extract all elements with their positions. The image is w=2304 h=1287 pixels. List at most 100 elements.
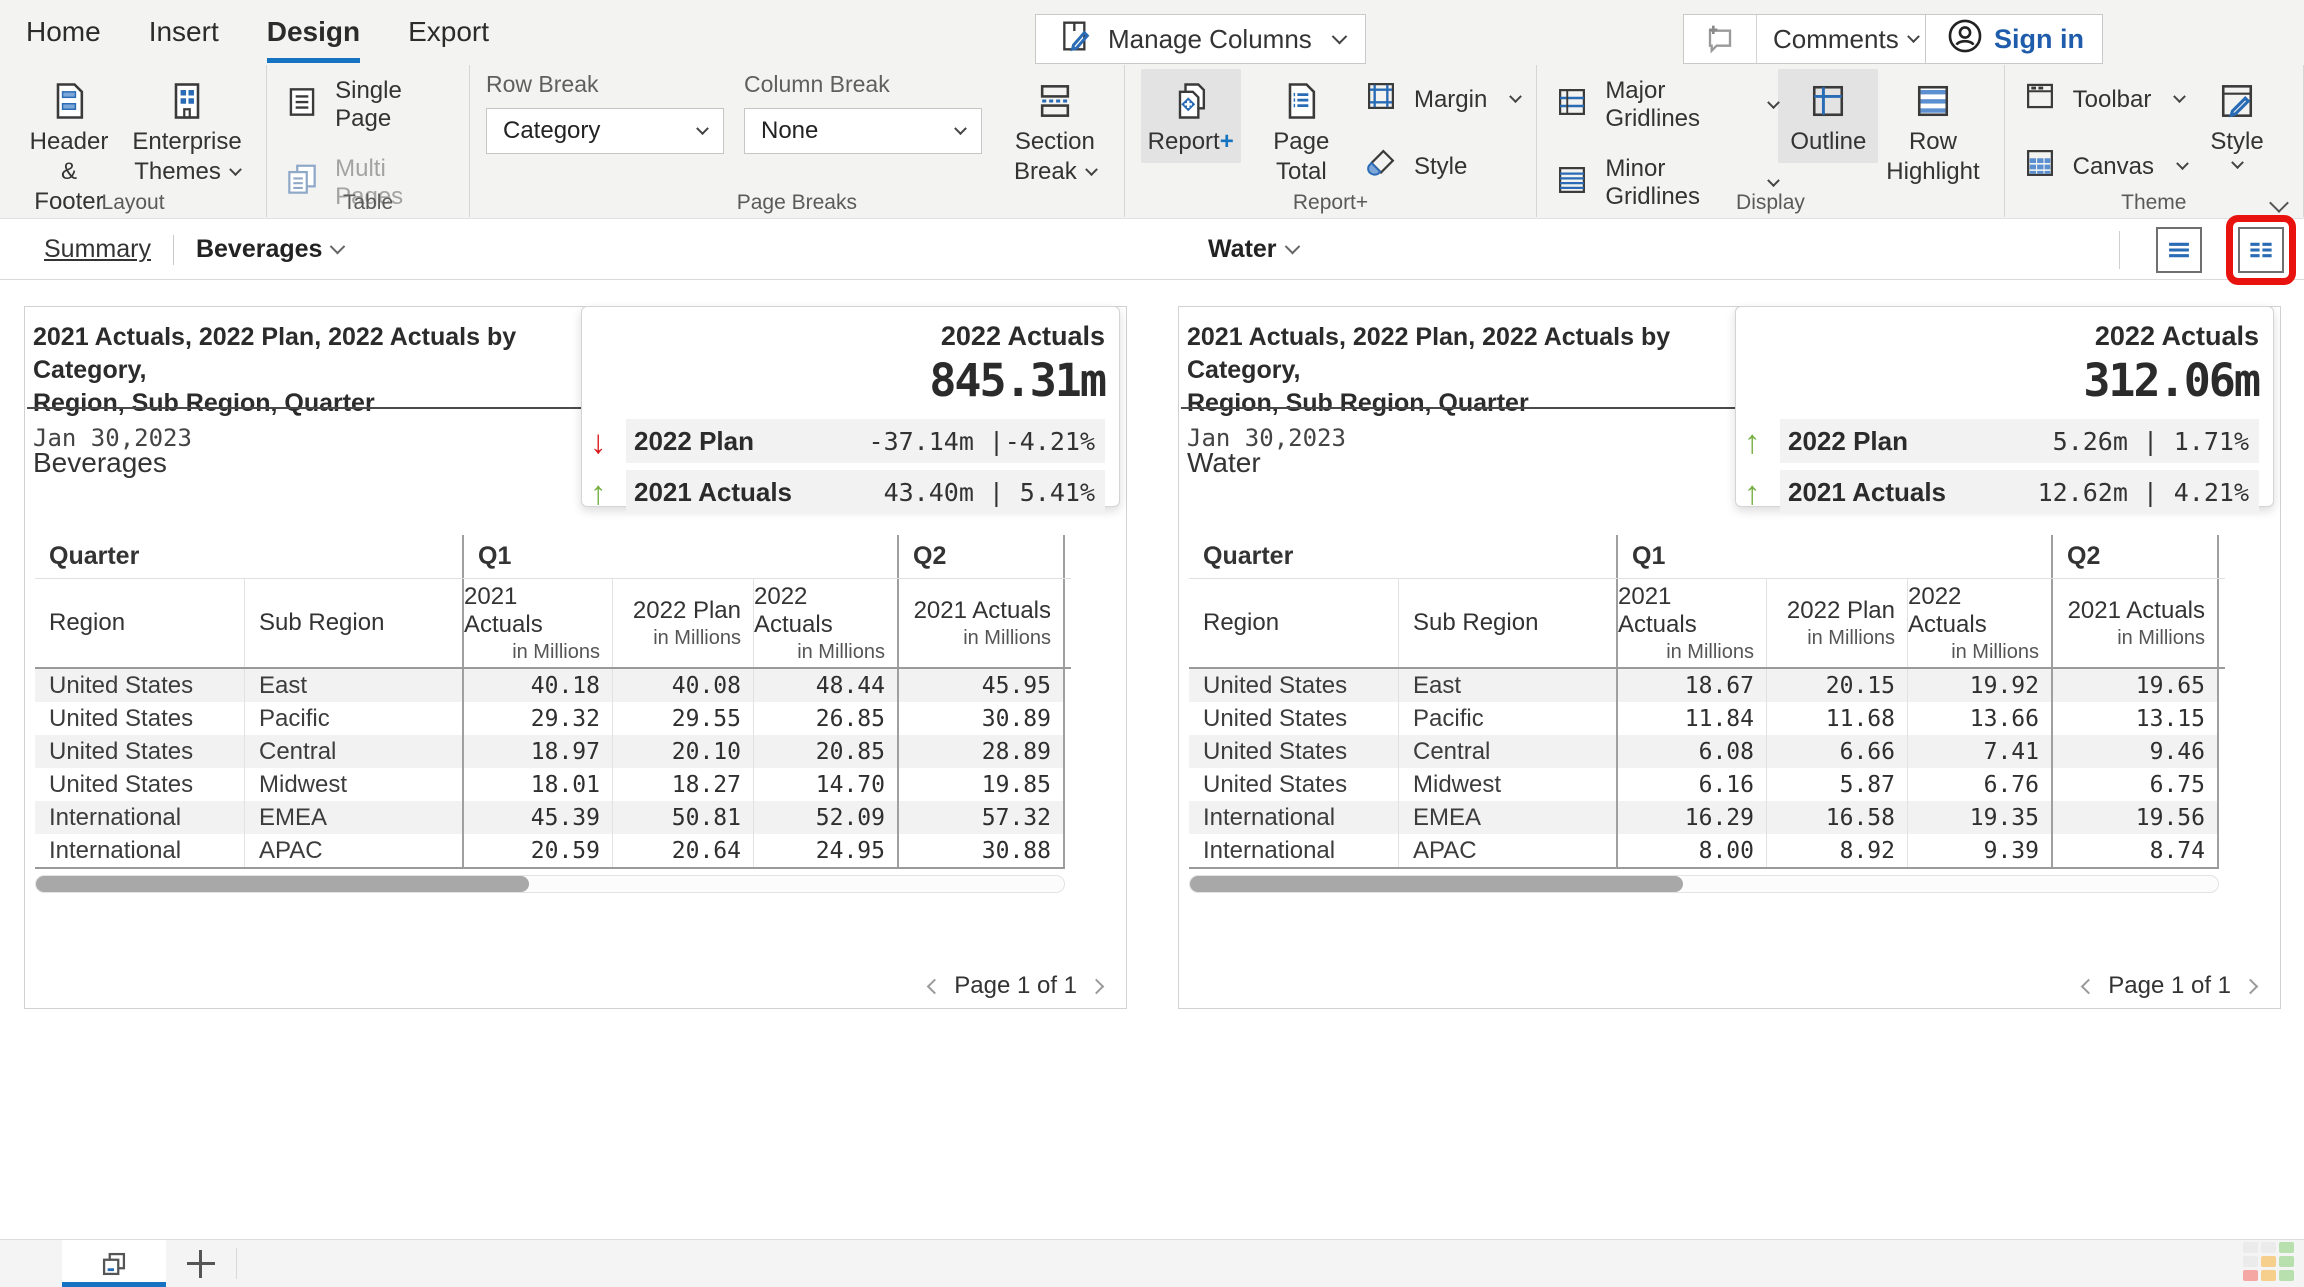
canvas-icon bbox=[2021, 144, 2059, 189]
chevron-down-icon bbox=[330, 239, 346, 255]
app-window: Home Insert Design Export Manage Columns… bbox=[0, 0, 2304, 1287]
enterprise-themes-button[interactable]: Enterprise Themes bbox=[124, 69, 250, 193]
sign-in-button[interactable]: Sign in bbox=[1925, 14, 2103, 64]
outline-icon bbox=[1806, 75, 1850, 127]
kpi-measure-label: 2022 Actuals bbox=[590, 321, 1105, 352]
button-label: Page Total bbox=[1253, 127, 1350, 187]
region-cell: United States bbox=[35, 702, 244, 735]
up-arrow-icon: ↑ bbox=[590, 476, 626, 509]
kpi-value: 845.31m bbox=[590, 354, 1105, 407]
pager: Page 1 of 1 bbox=[2083, 972, 2256, 1000]
column-break-select[interactable]: None bbox=[744, 108, 982, 154]
kpi-comparison-row: ↑2022 Plan5.26m |1.71% bbox=[1744, 419, 2259, 463]
group-label: Page Breaks bbox=[470, 191, 1124, 215]
tab-insert[interactable]: Insert bbox=[149, 16, 219, 63]
region-header: Region bbox=[35, 579, 244, 667]
next-page-chevron-icon[interactable] bbox=[2243, 978, 2259, 994]
kpi-comparison-rows: ↑2022 Plan5.26m |1.71%↑2021 Actuals12.62… bbox=[1744, 419, 2259, 514]
button-label: Enterprise bbox=[132, 127, 241, 157]
measure-header: 2021 Actualsin Millions bbox=[2051, 579, 2219, 667]
group-theme: Toolbar Canvas Style Theme bbox=[2005, 65, 2304, 217]
scrollbar-thumb[interactable] bbox=[1190, 876, 1683, 892]
report-plus-button[interactable]: Report+ bbox=[1141, 69, 1241, 163]
region-cell: United States bbox=[1189, 669, 1398, 702]
value-cell: 13.15 bbox=[2051, 702, 2219, 735]
page-total-button[interactable]: Page Total bbox=[1241, 69, 1362, 193]
category-label: Water bbox=[1187, 447, 1261, 479]
row-highlight-button[interactable]: Row Highlight bbox=[1878, 69, 1987, 193]
section-break-button[interactable]: Section Break bbox=[1002, 69, 1108, 193]
value-cell: 19.56 bbox=[2051, 801, 2219, 834]
chevron-down-icon bbox=[1907, 30, 1920, 43]
canvas-theme-button[interactable]: Canvas bbox=[2021, 144, 2187, 189]
page-tab-active[interactable] bbox=[62, 1240, 166, 1287]
horizontal-scrollbar[interactable] bbox=[35, 875, 1065, 893]
single-column-view-button[interactable] bbox=[2156, 227, 2202, 273]
value-cell: 18.97 bbox=[462, 735, 612, 768]
tab-design[interactable]: Design bbox=[267, 16, 360, 63]
button-label: Report bbox=[1148, 127, 1220, 157]
region-cell: United States bbox=[35, 735, 244, 768]
chevron-down-icon bbox=[229, 163, 242, 176]
region-cell: International bbox=[1189, 834, 1398, 867]
kpi-percent-value: -4.21% bbox=[1005, 427, 1095, 456]
q1-header: Q1 bbox=[1616, 535, 2051, 578]
table-body: United StatesEast40.1840.0848.4445.95Uni… bbox=[35, 669, 1065, 869]
button-label: Outline bbox=[1790, 127, 1866, 157]
margin-button[interactable]: Margin bbox=[1362, 77, 1520, 122]
subregion-cell: Midwest bbox=[244, 768, 462, 801]
button-label: Highlight bbox=[1886, 157, 1979, 187]
comments-dropdown[interactable]: Comments bbox=[1756, 15, 1934, 63]
group-label: Table bbox=[267, 191, 469, 215]
major-gridlines-button[interactable]: Major Gridlines bbox=[1553, 77, 1778, 133]
manage-columns-button[interactable]: Manage Columns bbox=[1035, 14, 1366, 64]
title-line: 2021 Actuals, 2022 Plan, 2022 Actuals by… bbox=[33, 321, 593, 387]
measure-header: 2022 Planin Millions bbox=[612, 579, 753, 667]
next-page-chevron-icon[interactable] bbox=[1089, 978, 1105, 994]
table-header-row-measures: Region Sub Region 2021 Actualsin Million… bbox=[35, 579, 1071, 669]
subregion-cell: Central bbox=[1398, 735, 1616, 768]
add-page-button[interactable] bbox=[166, 1240, 236, 1287]
previous-page-chevron-icon[interactable] bbox=[2081, 978, 2097, 994]
title-line: Region, Sub Region, Quarter bbox=[33, 387, 593, 420]
theme-style-button[interactable]: Style bbox=[2187, 69, 2287, 176]
outline-button[interactable]: Outline bbox=[1778, 69, 1878, 163]
button-label: Single Page bbox=[335, 77, 453, 133]
tab-water[interactable]: Water bbox=[1208, 235, 1298, 264]
horizontal-scrollbar[interactable] bbox=[1189, 875, 2219, 893]
previous-page-chevron-icon[interactable] bbox=[927, 978, 943, 994]
kpi-comparison-row: ↑2021 Actuals43.40m |5.41% bbox=[590, 470, 1105, 514]
header-footer-icon bbox=[47, 75, 91, 127]
button-label: Themes bbox=[134, 157, 221, 187]
value-cell: 40.08 bbox=[612, 669, 753, 702]
tab-export[interactable]: Export bbox=[408, 16, 489, 63]
single-page-button[interactable]: Single Page bbox=[283, 77, 453, 133]
table-row: United StatesEast18.6720.1519.9219.65 bbox=[1189, 669, 2219, 702]
style-button[interactable]: Style bbox=[1362, 144, 1520, 189]
report-plus-icon bbox=[1169, 75, 1213, 127]
value-cell: 57.32 bbox=[897, 801, 1065, 834]
value-cell: 45.39 bbox=[462, 801, 612, 834]
divider bbox=[236, 1248, 237, 1279]
two-column-view-button[interactable] bbox=[2238, 227, 2284, 273]
group-layout: Header & Footer Enterprise Themes Layout bbox=[0, 65, 267, 217]
divider bbox=[27, 407, 581, 409]
toolbar-theme-button[interactable]: Toolbar bbox=[2021, 77, 2187, 122]
value-cell: 24.95 bbox=[753, 834, 897, 867]
scrollbar-thumb[interactable] bbox=[36, 876, 529, 892]
q2-header: Q2 bbox=[2051, 535, 2219, 578]
row-break-select[interactable]: Category bbox=[486, 108, 724, 154]
table-header-row-measures: Region Sub Region 2021 Actualsin Million… bbox=[1189, 579, 2225, 669]
add-comment-button[interactable] bbox=[1684, 15, 1756, 63]
tab-home[interactable]: Home bbox=[26, 16, 101, 63]
comments-button-group: Comments bbox=[1683, 14, 1935, 64]
value-cell: 20.64 bbox=[612, 834, 753, 867]
kpi-percent-value: 1.71% bbox=[2174, 427, 2249, 456]
tab-summary[interactable]: Summary bbox=[44, 235, 151, 264]
value-cell: 30.89 bbox=[897, 702, 1065, 735]
kpi-delta-value: -37.14m | bbox=[834, 427, 1004, 456]
subregion-cell: EMEA bbox=[244, 801, 462, 834]
page-tabs-bar bbox=[0, 1239, 2304, 1287]
single-column-view-icon bbox=[2162, 233, 2196, 267]
tab-beverages[interactable]: Beverages bbox=[196, 235, 343, 264]
